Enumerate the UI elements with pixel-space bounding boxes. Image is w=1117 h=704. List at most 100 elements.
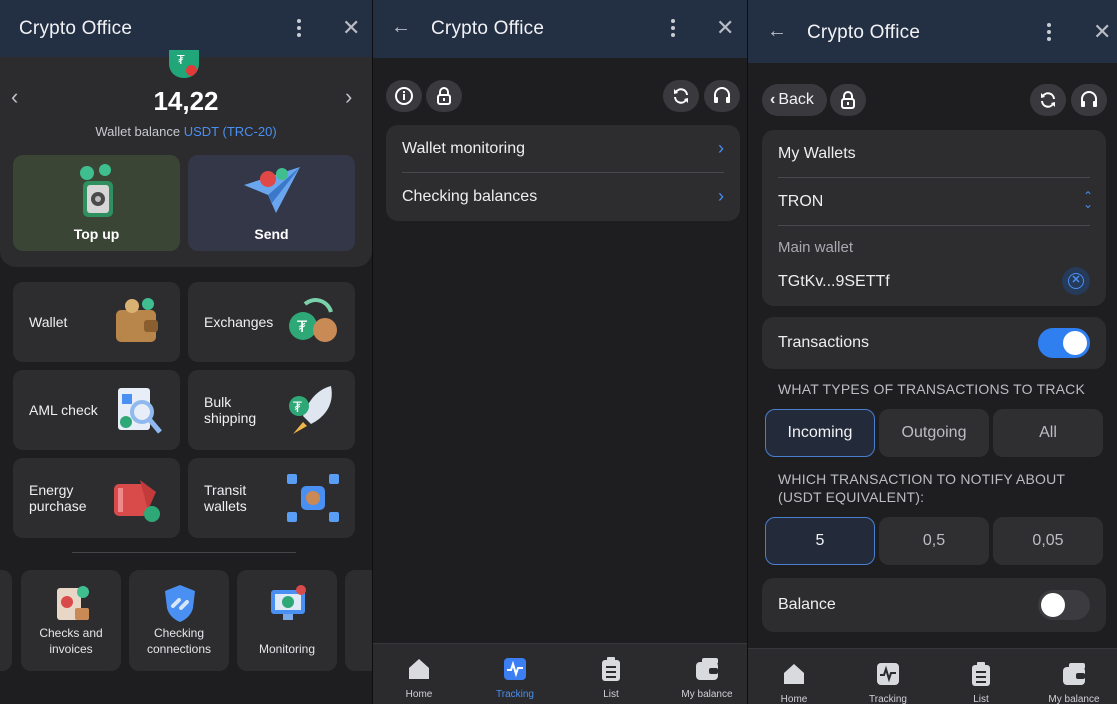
more-menu-icon[interactable]	[671, 19, 675, 37]
top-up-button[interactable]: Top up	[13, 155, 180, 251]
tab-tracking-label: Tracking	[869, 694, 907, 704]
bulk-shipping-tile-label: Bulk shipping	[204, 394, 257, 426]
tab-list[interactable]: List	[566, 644, 656, 704]
app-title: Crypto Office	[807, 22, 921, 43]
back-arrow-icon[interactable]: ←	[391, 17, 411, 37]
type-all[interactable]: All	[993, 409, 1103, 457]
refresh-icon	[674, 88, 688, 104]
more-menu-icon[interactable]	[297, 19, 301, 37]
toggle-knob	[1041, 593, 1065, 617]
support-button[interactable]	[1071, 84, 1107, 116]
close-icon[interactable]: ✕	[342, 17, 360, 39]
home-screen: Crypto Office ✕ ₮ ‹ › 14,22 Wallet balan…	[0, 0, 372, 704]
transit-wallets-tile[interactable]: Transit wallets	[188, 458, 355, 538]
close-icon[interactable]: ✕	[1093, 21, 1111, 43]
balance-toggle[interactable]	[1038, 590, 1090, 620]
lock-icon	[841, 91, 855, 109]
network-select[interactable]: TRON	[778, 193, 823, 211]
wallet-tab-icon	[696, 658, 718, 680]
wallet-name-label: Main wallet	[778, 239, 854, 256]
shield-link-icon	[165, 585, 195, 622]
home-icon	[784, 664, 804, 684]
checking-balances-item[interactable]: Checking balances ›	[402, 173, 724, 220]
threshold-0-5[interactable]: 0,5	[879, 517, 989, 565]
threshold-5[interactable]: 5	[765, 517, 875, 565]
send-button[interactable]: Send	[188, 155, 355, 251]
tab-tracking-label: Tracking	[496, 689, 534, 700]
refresh-button[interactable]	[1030, 84, 1066, 116]
transit-wallets-tile-label: Transit wallets	[204, 482, 247, 514]
energy-icon	[114, 480, 160, 522]
checking-connections-tile[interactable]: Checking connections	[129, 570, 229, 671]
monitoring-tile[interactable]: Monitoring	[237, 570, 337, 671]
app-header: ← Crypto Office ✕	[748, 0, 1117, 63]
balance-label: Wallet balance USDT (TRC-20)	[0, 124, 372, 139]
back-button[interactable]: ‹ Back	[762, 84, 827, 116]
tracking-menu: Wallet monitoring › Checking balances ›	[386, 125, 740, 221]
tracking-icon	[877, 663, 899, 685]
wallet-monitoring-item[interactable]: Wallet monitoring ›	[402, 125, 724, 172]
type-outgoing[interactable]: Outgoing	[879, 409, 989, 457]
invoice-icon	[57, 586, 89, 620]
checks-and-invoices-tile[interactable]: Checks and invoices	[21, 570, 121, 671]
more-menu-icon[interactable]	[1047, 23, 1051, 41]
app-header: ← Crypto Office ✕	[373, 0, 747, 58]
tab-home[interactable]: Home	[374, 644, 464, 704]
checking-balances-label: Checking balances	[402, 187, 538, 205]
clear-icon: ✕	[1068, 273, 1084, 289]
type-incoming[interactable]: Incoming	[765, 409, 875, 457]
clipboard-list-icon	[972, 662, 990, 686]
lock-button[interactable]	[830, 84, 866, 116]
monitoring-label: Monitoring	[258, 642, 316, 656]
service-tile-partial-left[interactable]	[0, 570, 12, 671]
info-button[interactable]	[386, 80, 422, 112]
headset-icon	[1081, 91, 1097, 107]
refresh-button[interactable]	[663, 80, 699, 112]
chevron-left-icon: ‹	[770, 91, 776, 108]
exchanges-tile[interactable]: Exchanges ₮	[188, 282, 355, 362]
tab-my-balance[interactable]: My balance	[662, 644, 747, 704]
svg-text:₮: ₮	[297, 317, 308, 336]
toggle-knob	[1063, 331, 1087, 355]
tab-list-label: List	[603, 689, 619, 700]
row-divider	[778, 225, 1090, 226]
support-button[interactable]	[704, 80, 740, 112]
notify-caption-line1: WHICH TRANSACTION TO NOTIFY ABOUT	[778, 471, 1066, 487]
chevron-right-icon: ›	[718, 138, 724, 158]
wallet-monitoring-label: Wallet monitoring	[402, 139, 526, 157]
tab-tracking[interactable]: Tracking	[470, 644, 560, 704]
tab-list-label: List	[973, 694, 989, 704]
wallet-monitoring-screen: ← Crypto Office ✕ ‹ Back My Wallets TRON…	[747, 0, 1117, 704]
safe-icon	[80, 164, 113, 217]
tab-home[interactable]: Home	[749, 649, 839, 704]
aml-check-tile[interactable]: AML check	[13, 370, 180, 450]
tab-my-balance[interactable]: My balance	[1029, 649, 1117, 704]
close-icon[interactable]: ✕	[716, 17, 734, 39]
wallet-address-field[interactable]: TGtKv...9SETTf	[778, 273, 890, 291]
lock-button[interactable]	[426, 80, 462, 112]
rocket-icon: ₮	[289, 386, 332, 434]
balance-label-text: Wallet balance	[95, 124, 181, 139]
bulk-shipping-tile[interactable]: Bulk shipping ₮	[188, 370, 355, 450]
my-wallets-card: My Wallets TRON Main wallet TGtKv...9SET…	[762, 130, 1106, 306]
notify-caption-line2: (USDT EQUIVALENT):	[778, 489, 925, 505]
wallet-tile[interactable]: Wallet	[13, 282, 180, 362]
tron-usdt-coin-icon: ₮	[169, 50, 199, 78]
tab-list[interactable]: List	[936, 649, 1026, 704]
row-divider	[778, 177, 1090, 178]
transactions-label: Transactions	[778, 334, 869, 351]
tab-home-label: Home	[405, 689, 433, 700]
svg-text:₮: ₮	[293, 400, 302, 416]
balance-amount: 14,22	[153, 86, 219, 116]
energy-purchase-tile[interactable]: Energy purchase	[13, 458, 180, 538]
balance-currency[interactable]: USDT (TRC-20)	[184, 124, 277, 139]
network-icon	[287, 474, 339, 522]
back-arrow-icon[interactable]: ←	[767, 21, 787, 41]
top-up-label: Top up	[73, 226, 120, 242]
clear-address-button[interactable]: ✕	[1062, 267, 1090, 295]
transactions-toggle[interactable]	[1038, 328, 1090, 358]
tab-tracking[interactable]: Tracking	[843, 649, 933, 704]
threshold-0-05[interactable]: 0,05	[993, 517, 1103, 565]
select-updown-icon[interactable]: ⌃ ⌄	[1083, 190, 1093, 210]
service-tile-partial-right[interactable]	[345, 570, 372, 671]
